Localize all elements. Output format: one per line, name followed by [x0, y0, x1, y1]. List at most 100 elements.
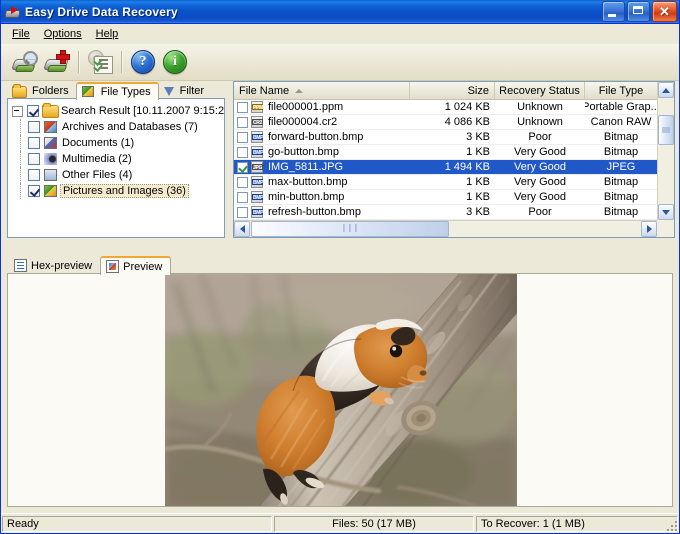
file-name: refresh-button.bmp [268, 206, 361, 218]
column-header-file-type[interactable]: File Type [585, 82, 657, 99]
options-button[interactable] [84, 47, 116, 77]
tree-root-row[interactable]: Search Result [10.11.2007 9:15:24] [10, 103, 222, 119]
funnel-icon [164, 87, 174, 96]
table-row[interactable]: BMP min-button.bmp 1 KB Very Good Bitmap [234, 190, 657, 205]
file-type: Bitmap [585, 131, 657, 143]
bmp-file-icon: BMP [251, 206, 265, 218]
tab-filter[interactable]: Filter [159, 83, 211, 99]
scroll-left-button[interactable] [234, 221, 250, 237]
tree-item-multimedia-checkbox[interactable] [28, 153, 40, 165]
column-header-size[interactable]: Size [410, 82, 495, 99]
info-icon: i [163, 50, 187, 74]
help-button[interactable]: ? [127, 47, 159, 77]
close-button[interactable]: ✕ [652, 1, 677, 22]
application-window: Easy Drive Data Recovery ✕ File Options … [0, 0, 680, 534]
multimedia-icon [43, 152, 59, 166]
row-checkbox[interactable] [237, 102, 248, 113]
menu-options[interactable]: Options [37, 26, 89, 42]
table-row[interactable]: CR2 file000004.cr2 4 086 KB Unknown Cano… [234, 115, 657, 130]
file-name: max-button.bmp [268, 176, 347, 188]
table-row[interactable]: JPG IMG_5811.JPG 1 494 KB Very Good JPEG [234, 160, 657, 175]
vertical-scroll-thumb[interactable] [658, 115, 674, 145]
table-row[interactable]: PPM file000001.ppm 1 024 KB Unknown Port… [234, 100, 657, 115]
column-header-recovery-status[interactable]: Recovery Status [495, 82, 585, 99]
tree-item-documents[interactable]: Documents (1) [10, 135, 222, 151]
row-checkbox[interactable] [237, 132, 248, 143]
file-name: file000004.cr2 [268, 116, 337, 128]
file-type: Bitmap [585, 176, 657, 188]
scroll-up-button[interactable] [658, 82, 674, 98]
collapse-icon[interactable] [12, 106, 23, 117]
minimize-button[interactable] [602, 1, 625, 22]
scroll-grip [342, 223, 357, 235]
file-size: 1 024 KB [410, 101, 495, 113]
tab-preview[interactable]: Preview [100, 256, 171, 275]
resize-grip[interactable] [665, 519, 677, 531]
file-badge: BMP [252, 134, 263, 140]
file-list-horizontal-scrollbar[interactable] [234, 220, 657, 237]
tab-hex-preview[interactable]: Hex-preview [9, 257, 100, 274]
file-size: 1 KB [410, 191, 495, 203]
file-types-tree[interactable]: Search Result [10.11.2007 9:15:24] Archi… [7, 98, 225, 238]
preview-tab-strip: Hex-preview Preview [9, 256, 171, 274]
row-checkbox[interactable] [237, 192, 248, 203]
file-size: 3 KB [410, 206, 495, 218]
tab-file-types[interactable]: File Types [76, 82, 159, 100]
search-disk-button[interactable] [9, 47, 41, 77]
top-area: Folders File Types Filter Search Result … [1, 81, 679, 249]
tab-preview-label: Preview [123, 261, 162, 273]
window-controls: ✕ [602, 1, 677, 22]
row-checkbox[interactable] [237, 117, 248, 128]
disk-plus-icon [44, 51, 70, 73]
menu-file-label: File [12, 28, 30, 40]
tree-item-other-files-checkbox[interactable] [28, 169, 40, 181]
archives-icon [43, 120, 59, 134]
recovery-status: Unknown [495, 101, 585, 113]
horizontal-scroll-thumb[interactable] [251, 221, 449, 237]
about-button[interactable]: i [159, 47, 191, 77]
tree-root-checkbox[interactable] [27, 105, 39, 117]
file-list-rows: PPM file000001.ppm 1 024 KB Unknown Port… [234, 100, 657, 235]
file-types-icon [82, 86, 95, 98]
file-list-panel[interactable]: File Name Size Recovery Status File Type [233, 81, 675, 238]
file-size: 4 086 KB [410, 116, 495, 128]
row-checkbox[interactable] [237, 207, 248, 218]
maximize-button[interactable] [627, 1, 650, 22]
tree-item-documents-label: Documents (1) [62, 137, 134, 149]
tree-item-documents-checkbox[interactable] [28, 137, 40, 149]
table-row[interactable]: BMP go-button.bmp 1 KB Very Good Bitmap [234, 145, 657, 160]
status-bar: Ready Files: 50 (17 MB) To Recover: 1 (1… [1, 513, 679, 533]
bmp-file-icon: BMP [251, 191, 265, 203]
menu-file[interactable]: File [5, 26, 37, 42]
tree-item-archives-checkbox[interactable] [28, 121, 40, 133]
table-row[interactable]: BMP refresh-button.bmp 3 KB Poor Bitmap [234, 205, 657, 220]
menu-help[interactable]: Help [89, 26, 126, 42]
column-header-file-name[interactable]: File Name [234, 82, 410, 99]
row-checkbox[interactable] [237, 177, 248, 188]
tree-item-multimedia[interactable]: Multimedia (2) [10, 151, 222, 167]
row-checkbox[interactable] [237, 147, 248, 158]
table-row[interactable]: BMP forward-button.bmp 3 KB Poor Bitmap [234, 130, 657, 145]
file-list-vertical-scrollbar[interactable] [657, 82, 674, 220]
tree-root-label: Search Result [10.11.2007 9:15:24] [61, 105, 225, 117]
chevron-left-icon [240, 225, 245, 233]
tree-item-pictures-checkbox[interactable] [28, 185, 40, 197]
bmp-file-icon: BMP [251, 131, 265, 143]
tree-item-other-files[interactable]: Other Files (4) [10, 167, 222, 183]
tab-filter-label: Filter [180, 85, 204, 97]
jpg-file-icon: JPG [251, 161, 265, 173]
scroll-down-button[interactable] [658, 204, 674, 220]
bmp-file-icon: BMP [251, 176, 265, 188]
tree-item-pictures[interactable]: Pictures and Images (36) [10, 183, 222, 199]
tree-item-archives[interactable]: Archives and Databases (7) [10, 119, 222, 135]
status-ready: Ready [2, 516, 272, 532]
recover-button[interactable] [41, 47, 73, 77]
file-size: 1 494 KB [410, 161, 495, 173]
recovery-status: Very Good [495, 161, 585, 173]
tab-folders[interactable]: Folders [7, 83, 76, 99]
scroll-right-button[interactable] [641, 221, 657, 237]
tab-folders-label: Folders [32, 85, 69, 97]
table-row[interactable]: BMP max-button.bmp 1 KB Very Good Bitmap [234, 175, 657, 190]
disk-recovery-icon [5, 4, 21, 20]
row-checkbox[interactable] [237, 162, 248, 173]
